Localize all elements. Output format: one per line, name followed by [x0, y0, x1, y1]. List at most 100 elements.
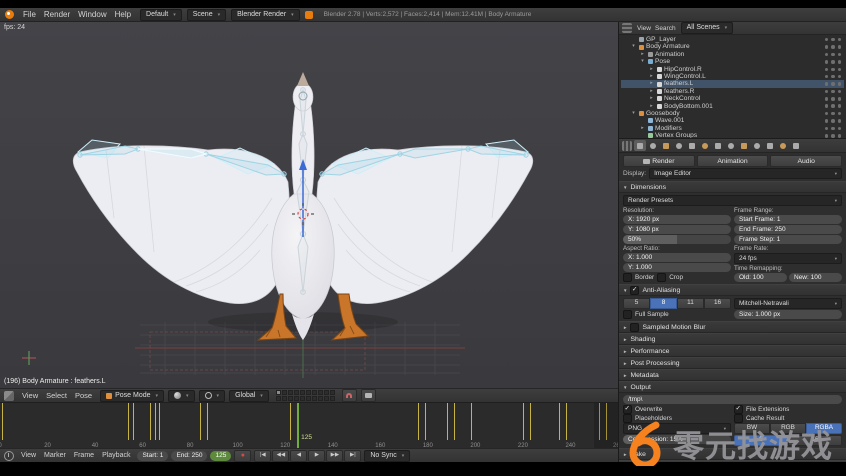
viewport-shading-dropdown[interactable]: [168, 390, 195, 402]
selectability-icon[interactable]: [831, 82, 835, 86]
visibility-icon[interactable]: [825, 45, 829, 49]
visibility-icon[interactable]: [825, 38, 829, 42]
renderability-icon[interactable]: [838, 104, 842, 108]
properties-tab-scene[interactable]: [660, 140, 672, 151]
frame-step-field[interactable]: Frame Step: 1: [734, 235, 842, 244]
layer-toggle[interactable]: [300, 390, 305, 395]
outliner-row-modifiers[interactable]: ▸Modifiers: [621, 125, 844, 132]
visibility-icon[interactable]: [825, 97, 829, 101]
expand-toggle-icon[interactable]: ▸: [648, 66, 655, 73]
layer-toggle[interactable]: [324, 390, 329, 395]
properties-tab-physics[interactable]: [764, 140, 776, 151]
play-button[interactable]: ▶: [308, 450, 325, 462]
outliner-editor-icon[interactable]: [622, 23, 632, 33]
outliner-scope-dropdown[interactable]: All Scenes: [681, 22, 734, 34]
keyframe-marker[interactable]: [128, 403, 129, 440]
renderability-icon[interactable]: [838, 127, 842, 131]
dimensions-panel-header[interactable]: ▼ Dimensions: [619, 181, 846, 193]
keyframe-marker[interactable]: [2, 403, 3, 440]
overwrite-checkbox[interactable]: [623, 405, 632, 414]
visibility-icon[interactable]: [825, 68, 829, 72]
selectability-icon[interactable]: [831, 90, 835, 94]
visibility-icon[interactable]: [825, 112, 829, 116]
menu-view[interactable]: View: [635, 25, 653, 32]
properties-tab-render[interactable]: [634, 140, 646, 151]
anim-player-icon[interactable]: [305, 11, 313, 19]
keyframe-marker[interactable]: [530, 403, 531, 440]
render-engine-dropdown[interactable]: Blender Render: [231, 9, 300, 21]
file-extensions-checkbox[interactable]: [734, 405, 743, 414]
renderability-icon[interactable]: [838, 68, 842, 72]
screen-layout-dropdown[interactable]: Default: [140, 9, 182, 21]
keyframe-marker[interactable]: [207, 403, 208, 440]
properties-tab-data[interactable]: [712, 140, 724, 151]
autokey-record-button[interactable]: ●: [234, 450, 251, 462]
selectability-icon[interactable]: [831, 134, 835, 138]
expand-toggle-icon[interactable]: ▾: [630, 110, 637, 117]
keyframe-marker[interactable]: [200, 403, 201, 440]
visibility-icon[interactable]: [825, 134, 829, 138]
layer-toggle[interactable]: [306, 390, 311, 395]
selectability-icon[interactable]: [831, 97, 835, 101]
viewport-3d[interactable]: fps: 24 (196) Body Armature : feathers.L: [0, 22, 618, 388]
timeline-canvas[interactable]: 020406080100120140160180200220240260125: [0, 403, 618, 449]
layer-toggle[interactable]: [318, 390, 323, 395]
layer-toggle[interactable]: [282, 396, 287, 401]
start-frame-field[interactable]: Start Frame: 1: [734, 215, 842, 224]
editor-type-icon[interactable]: [4, 391, 14, 401]
play-reverse-button[interactable]: ◀: [290, 450, 307, 462]
current-frame-line[interactable]: [297, 403, 299, 449]
keyframe-marker[interactable]: [290, 403, 291, 440]
prev-keyframe-button[interactable]: ◀◀: [272, 450, 289, 462]
keyframe-marker[interactable]: [559, 403, 560, 440]
properties-editor-icon[interactable]: [622, 141, 632, 151]
keyframe-marker[interactable]: [447, 403, 448, 440]
renderability-icon[interactable]: [838, 90, 842, 94]
layer-toggle[interactable]: [324, 396, 329, 401]
layer-toggle[interactable]: [300, 396, 305, 401]
layer-toggle[interactable]: [306, 396, 311, 401]
layer-toggle[interactable]: [312, 390, 317, 395]
layer-toggle[interactable]: [276, 396, 281, 401]
blender-logo-icon[interactable]: [5, 10, 14, 19]
layer-toggle[interactable]: [330, 396, 335, 401]
layer-toggle[interactable]: [318, 396, 323, 401]
layer-toggle[interactable]: [294, 396, 299, 401]
resolution-percentage-slider[interactable]: 50%: [623, 235, 731, 244]
outliner-row-vertex-groups[interactable]: Vertex Groups: [621, 132, 844, 139]
orientation-dropdown[interactable]: Global: [229, 390, 269, 402]
border-checkbox[interactable]: [623, 273, 632, 282]
renderability-icon[interactable]: [838, 112, 842, 116]
sync-dropdown[interactable]: No Sync: [364, 450, 410, 462]
layer-toggle[interactable]: [288, 396, 293, 401]
current-frame-field[interactable]: 125: [210, 451, 231, 461]
layer-toggle[interactable]: [276, 390, 281, 395]
keyframe-marker[interactable]: [523, 403, 524, 440]
antialiasing-panel-header[interactable]: ▼ Anti-Aliasing: [619, 284, 846, 296]
layer-toggle[interactable]: [294, 390, 299, 395]
renderability-icon[interactable]: [838, 60, 842, 64]
outliner-row-hipcontrol-r[interactable]: ▸HipControl.R: [621, 66, 844, 73]
outliner-row-feathers-l[interactable]: ▸feathers.L: [621, 80, 844, 87]
jump-to-end-button[interactable]: ▶|: [344, 450, 361, 462]
renderability-icon[interactable]: [838, 53, 842, 57]
menu-marker[interactable]: Marker: [40, 452, 70, 459]
properties-tab-bone[interactable]: [777, 140, 789, 151]
pivot-dropdown[interactable]: [199, 390, 226, 402]
outliner-row-body-armature[interactable]: ▾Body Armature: [621, 43, 844, 50]
remap-old-field[interactable]: Old: 100: [734, 273, 787, 282]
render-audio-button[interactable]: Audio: [770, 155, 842, 167]
selectability-icon[interactable]: [831, 112, 835, 116]
render-button[interactable]: Render: [623, 155, 695, 167]
visibility-icon[interactable]: [825, 60, 829, 64]
antialiasing-checkbox[interactable]: [630, 286, 639, 295]
renderability-icon[interactable]: [838, 82, 842, 86]
crop-checkbox[interactable]: [657, 273, 666, 282]
outliner-row-neckcontrol[interactable]: ▸NeckControl: [621, 95, 844, 102]
visibility-icon[interactable]: [825, 82, 829, 86]
panel-header-post-processing[interactable]: ►Post Processing: [619, 357, 846, 369]
properties-tab-texture[interactable]: [738, 140, 750, 151]
panel-header-performance[interactable]: ►Performance: [619, 345, 846, 357]
outliner-row-animation[interactable]: ▸Animation: [621, 51, 844, 58]
menu-pose[interactable]: Pose: [71, 391, 96, 400]
